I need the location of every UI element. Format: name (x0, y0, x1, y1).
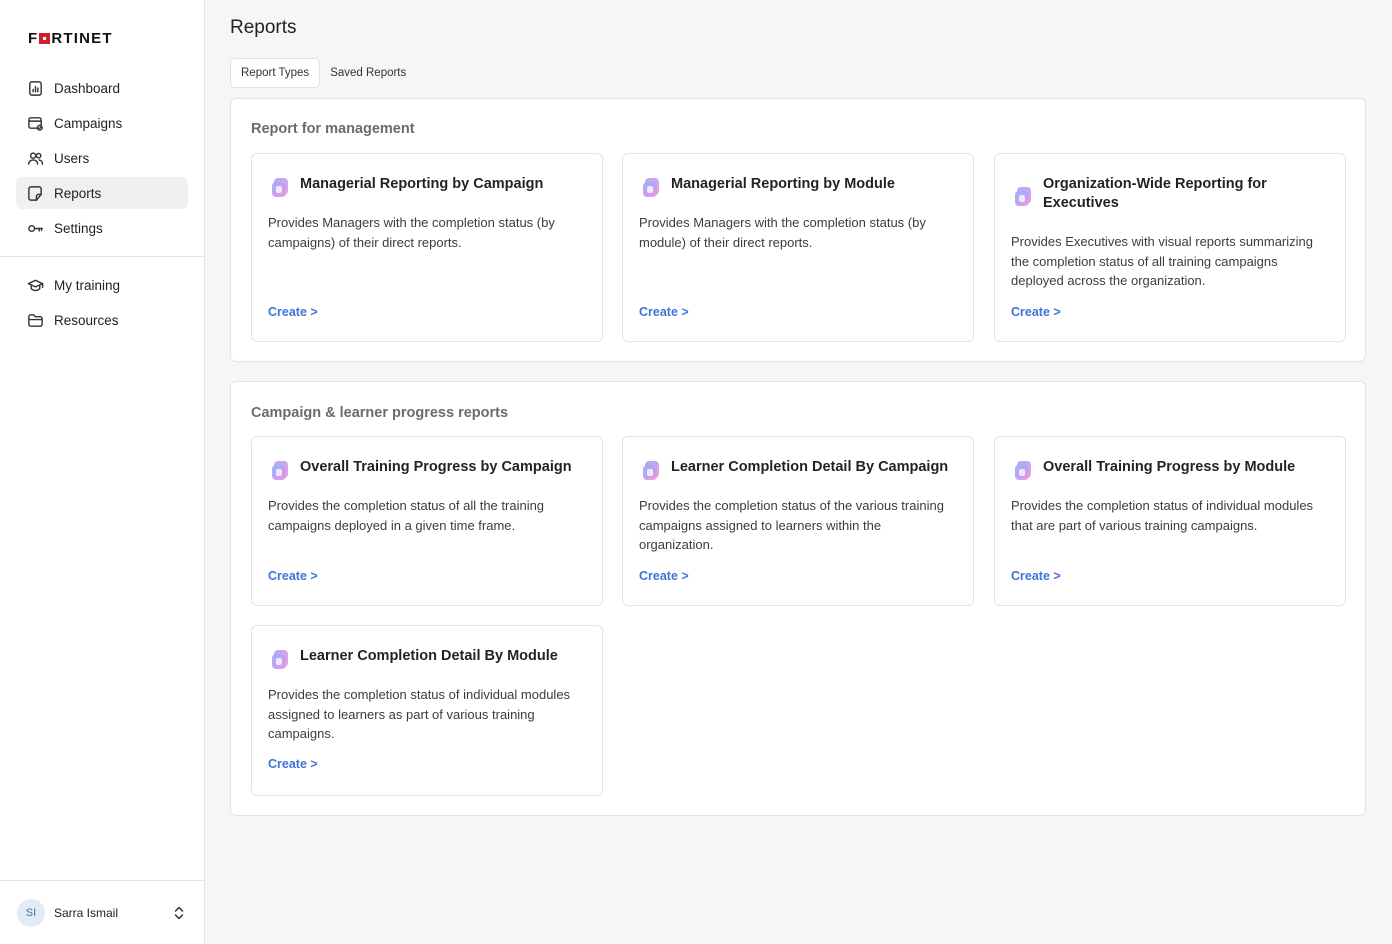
report-card-managerial-campaign[interactable]: Managerial Reporting by Campaign Provide… (251, 153, 603, 342)
logo-text-start: F (28, 30, 39, 47)
page-title: Reports (230, 17, 297, 38)
section-report-for-management: Report for management Managerial Reporti… (230, 98, 1366, 362)
report-card-icon (272, 650, 290, 670)
graduation-cap-icon (26, 276, 44, 294)
card-description: Provides the completion status of all th… (268, 498, 545, 533)
create-report-link[interactable]: Create > (1011, 305, 1061, 319)
create-report-link[interactable]: Create > (268, 569, 318, 583)
sidebar: F RTINET Dashboard Campaigns Users Report… (0, 0, 205, 944)
card-description: Provides the completion status of indivi… (1011, 498, 1314, 533)
card-description: Provides Managers with the completion st… (639, 215, 926, 250)
create-report-link[interactable]: Create > (639, 305, 689, 319)
report-card-icon (643, 461, 661, 481)
card-description: Provides the completion status of indivi… (268, 687, 571, 741)
card-description: Provides Executives with visual reports … (1011, 234, 1313, 288)
chevron-up-down-icon[interactable] (172, 905, 186, 921)
avatar: SI (17, 898, 45, 927)
campaign-icon (26, 114, 44, 132)
tab-saved-reports[interactable]: Saved Reports (320, 58, 416, 88)
secondary-nav: My training Resources (16, 269, 188, 339)
card-title: Learner Completion Detail By Campaign (671, 459, 949, 475)
card-description: Provides Managers with the completion st… (268, 215, 555, 250)
section-title: Report for management (251, 121, 415, 137)
sidebar-item-campaigns[interactable]: Campaigns (16, 107, 188, 139)
report-card-icon (272, 178, 290, 198)
sidebar-divider (0, 256, 204, 257)
tab-report-types[interactable]: Report Types (230, 58, 321, 88)
logo-text-end: RTINET (51, 30, 113, 47)
sidebar-item-label: Settings (54, 220, 103, 236)
reports-icon (26, 184, 44, 202)
chart-report-icon (26, 79, 44, 97)
sidebar-item-label: My training (54, 277, 121, 293)
create-report-link[interactable]: Create > (268, 305, 318, 319)
sidebar-item-resources[interactable]: Resources (16, 304, 188, 336)
card-title: Learner Completion Detail By Module (300, 648, 558, 664)
report-tabs: Report Types Saved Reports (230, 58, 416, 88)
create-report-link[interactable]: Create > (1011, 569, 1061, 583)
sidebar-item-label: Reports (54, 185, 102, 201)
primary-nav: Dashboard Campaigns Users Reports Settin… (16, 72, 188, 247)
section-campaign-learner-progress: Campaign & learner progress reports Over… (230, 381, 1366, 816)
create-report-link[interactable]: Create > (639, 569, 689, 583)
section-title: Campaign & learner progress reports (251, 405, 509, 421)
logo-mark-icon (39, 33, 51, 44)
folder-icon (26, 311, 44, 329)
sidebar-item-label: Campaigns (54, 115, 123, 131)
report-card-icon (643, 178, 661, 198)
user-menu[interactable]: SI Sarra Ismail (0, 880, 204, 944)
create-report-link[interactable]: Create > (268, 757, 318, 771)
card-title: Managerial Reporting by Module (671, 176, 895, 192)
card-title: Overall Training Progress by Module (1043, 459, 1296, 475)
sidebar-item-reports[interactable]: Reports (16, 177, 188, 209)
sidebar-item-label: Dashboard (54, 80, 121, 96)
report-card-org-wide-executives[interactable]: Organization-Wide Reporting for Executiv… (994, 153, 1346, 342)
users-icon (26, 149, 44, 167)
report-card-overall-progress-module[interactable]: Overall Training Progress by Module Prov… (994, 436, 1346, 606)
report-card-icon (1015, 187, 1033, 207)
sidebar-item-label: Users (54, 150, 90, 166)
report-card-learner-detail-campaign[interactable]: Learner Completion Detail By Campaign Pr… (622, 436, 974, 606)
sidebar-item-users[interactable]: Users (16, 142, 188, 174)
sidebar-item-my-training[interactable]: My training (16, 269, 188, 301)
report-card-icon (272, 461, 290, 481)
report-card-learner-detail-module[interactable]: Learner Completion Detail By Module Prov… (251, 625, 603, 796)
sidebar-item-dashboard[interactable]: Dashboard (16, 72, 188, 104)
key-icon (26, 219, 44, 237)
sidebar-item-settings[interactable]: Settings (16, 212, 188, 244)
card-title: Managerial Reporting by Campaign (300, 176, 544, 192)
card-title: Overall Training Progress by Campaign (300, 459, 572, 475)
report-card-managerial-module[interactable]: Managerial Reporting by Module Provides … (622, 153, 974, 342)
card-title: Organization-Wide Reporting for Executiv… (1043, 176, 1267, 211)
user-name: Sarra Ismail (54, 905, 119, 920)
fortinet-logo[interactable]: F RTINET (28, 30, 113, 47)
sidebar-item-label: Resources (54, 312, 119, 328)
card-description: Provides the completion status of the va… (639, 498, 944, 552)
report-card-overall-progress-campaign[interactable]: Overall Training Progress by Campaign Pr… (251, 436, 603, 606)
report-card-icon (1015, 461, 1033, 481)
